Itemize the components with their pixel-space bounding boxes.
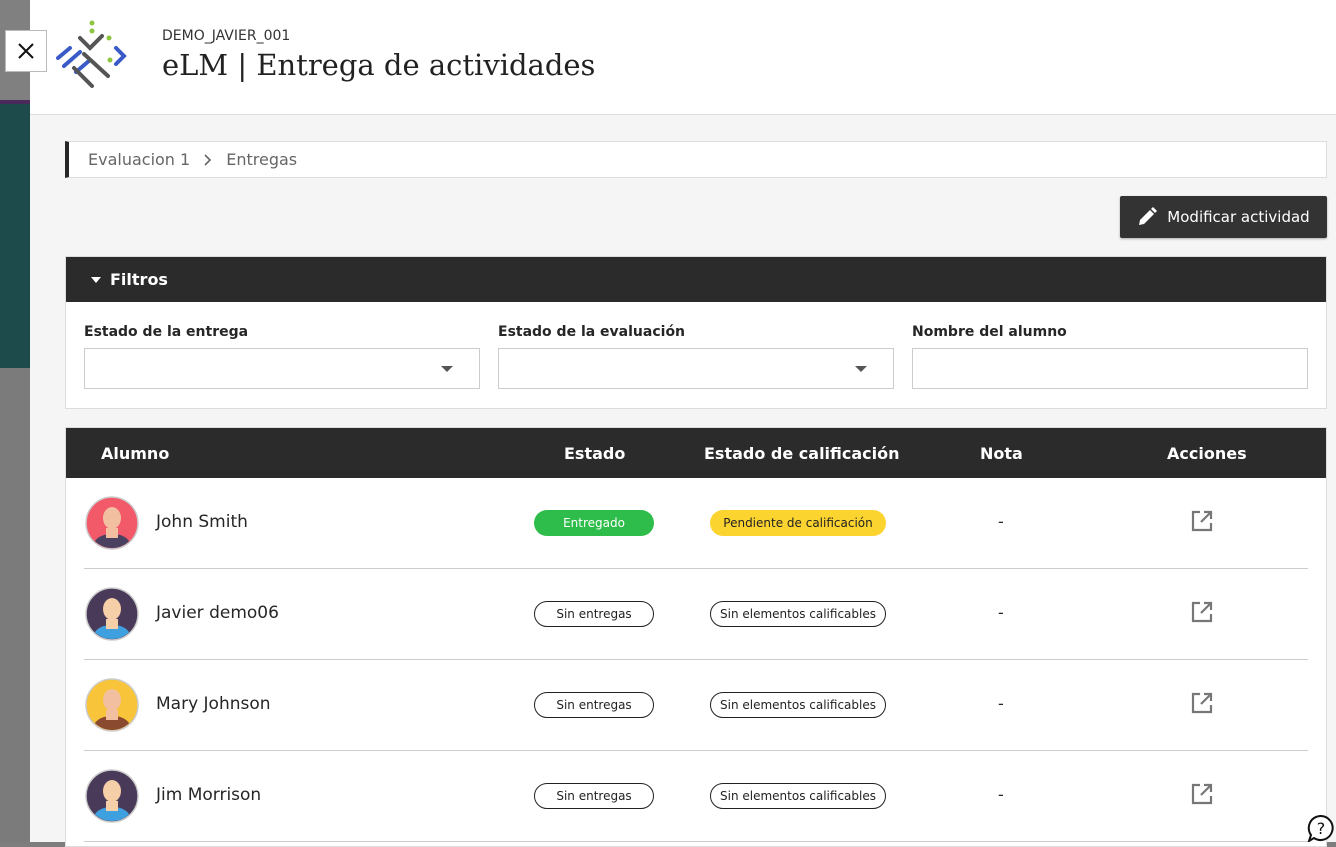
filter-label: Nombre del alumno [912, 324, 1067, 340]
student-name: John Smith [156, 512, 248, 532]
course-code: DEMO_JAVIER_001 [162, 28, 291, 44]
grade: - [998, 603, 1004, 622]
status-badge: Sin entregas [534, 783, 654, 809]
pencil-icon [1139, 207, 1158, 225]
grade: - [998, 785, 1004, 804]
filter-delivery-status: Estado de la entrega [84, 324, 480, 389]
help-icon[interactable]: ? [1306, 814, 1336, 842]
filter-label: Estado de la evaluación [498, 324, 686, 340]
svg-text:?: ? [1317, 819, 1326, 838]
close-button[interactable] [5, 30, 47, 72]
panel-header: DEMO_JAVIER_001 eLM | Entrega de activid… [30, 0, 1336, 115]
student-name: Jim Morrison [156, 785, 262, 805]
table-header: Alumno Estado Estado de calificación Not… [66, 428, 1326, 478]
filters-toggle[interactable]: Filtros [66, 257, 1326, 302]
elm-logo [56, 20, 127, 88]
open-external-icon[interactable] [1191, 692, 1213, 714]
breadcrumb-evaluacion[interactable]: Evaluacion 1 [88, 150, 190, 169]
student-name: Mary Johnson [156, 694, 271, 714]
avatar [85, 496, 139, 550]
avatar [85, 769, 139, 823]
col-estado[interactable]: Estado [564, 444, 625, 463]
grading-status-badge: Sin elementos calificables [710, 692, 886, 718]
filter-student-name: Nombre del alumno [912, 324, 1308, 389]
table-row: John Smith Entregado Pendiente de califi… [84, 478, 1308, 569]
table-row: Mary Johnson Sin entregas Sin elementos … [84, 660, 1308, 751]
student-name-input[interactable] [912, 348, 1308, 389]
avatar [85, 678, 139, 732]
table-row: Jim Morrison Sin entregas Sin elementos … [84, 751, 1308, 842]
grading-status-badge: Pendiente de calificación [710, 510, 886, 536]
caret-down-icon [441, 366, 453, 372]
page-title: eLM | Entrega de actividades [162, 48, 596, 82]
modify-activity-button[interactable]: Modificar actividad [1120, 196, 1327, 238]
grading-status-badge: Sin elementos calificables [710, 783, 886, 809]
delivery-status-select[interactable] [84, 348, 480, 389]
grading-status-badge: Sin elementos calificables [710, 601, 886, 627]
open-external-icon[interactable] [1191, 510, 1213, 532]
evaluation-status-select[interactable] [498, 348, 894, 389]
student-name: Javier demo06 [156, 603, 279, 623]
status-badge: Sin entregas [534, 601, 654, 627]
background-overlay [0, 368, 30, 842]
col-estado-calificacion[interactable]: Estado de calificación [704, 444, 900, 463]
status-badge: Entregado [534, 510, 654, 536]
table-row: Javier demo06 Sin entregas Sin elementos… [84, 569, 1308, 660]
col-acciones: Acciones [1167, 444, 1247, 463]
filters-panel: Filtros Estado de la entrega Estado de l… [65, 256, 1327, 409]
col-nota[interactable]: Nota [980, 444, 1023, 463]
caret-down-icon [855, 366, 867, 372]
caret-down-icon [91, 276, 101, 283]
open-external-icon[interactable] [1191, 601, 1213, 623]
breadcrumb-entregas: Entregas [226, 150, 298, 169]
activity-panel: DEMO_JAVIER_001 eLM | Entrega de activid… [30, 0, 1336, 847]
grade: - [998, 512, 1004, 531]
avatar [85, 587, 139, 641]
grade: - [998, 694, 1004, 713]
submissions-table: Alumno Estado Estado de calificación Not… [65, 427, 1327, 847]
chevron-right-icon [204, 153, 212, 166]
filter-label: Estado de la entrega [84, 324, 249, 340]
background-banner [0, 104, 30, 368]
close-icon [18, 43, 34, 59]
modify-activity-label: Modificar actividad [1167, 208, 1310, 226]
col-alumno[interactable]: Alumno [101, 444, 169, 463]
filter-evaluation-status: Estado de la evaluación [498, 324, 894, 389]
filters-title: Filtros [110, 270, 168, 289]
open-external-icon[interactable] [1191, 783, 1213, 805]
status-badge: Sin entregas [534, 692, 654, 718]
breadcrumb: Evaluacion 1 Entregas [65, 141, 1327, 178]
